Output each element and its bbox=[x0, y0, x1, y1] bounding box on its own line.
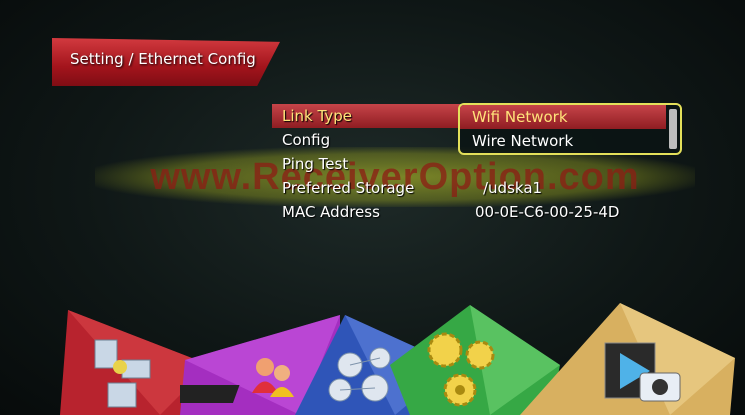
dropdown-option-label: Wifi Network bbox=[472, 108, 568, 126]
menu-item-label: Link Type bbox=[282, 107, 352, 125]
menu-item-ping-test[interactable]: Ping Test bbox=[272, 152, 462, 176]
preferred-storage-value: /udska1 bbox=[483, 179, 543, 197]
menu-item-preferred-storage[interactable]: Preferred Storage bbox=[272, 176, 462, 200]
dropdown-scrollbar[interactable] bbox=[669, 109, 677, 149]
menu-item-label: MAC Address bbox=[282, 203, 380, 221]
page-title: Setting / Ethernet Config bbox=[70, 50, 256, 68]
dropdown-option-label: Wire Network bbox=[472, 132, 574, 150]
mac-address-value: 00-0E-C6-00-25-4D bbox=[475, 203, 620, 221]
menu-item-label: Config bbox=[282, 131, 331, 149]
media-icon bbox=[520, 303, 735, 415]
settings-menu: Link Type Config Ping Test Preferred Sto… bbox=[272, 104, 462, 224]
menu-item-config[interactable]: Config bbox=[272, 128, 462, 152]
dropdown-option-wire[interactable]: Wire Network bbox=[460, 129, 680, 153]
menu-item-label: Ping Test bbox=[282, 155, 349, 173]
menu-item-label: Preferred Storage bbox=[282, 179, 415, 197]
menu-item-mac-address[interactable]: MAC Address bbox=[272, 200, 462, 224]
link-type-dropdown[interactable]: Wifi Network Wire Network bbox=[458, 103, 682, 155]
bottom-menu-bar bbox=[60, 300, 740, 415]
tile-media[interactable] bbox=[520, 303, 740, 415]
menu-item-link-type[interactable]: Link Type bbox=[272, 104, 462, 128]
dropdown-option-wifi[interactable]: Wifi Network bbox=[460, 105, 666, 129]
